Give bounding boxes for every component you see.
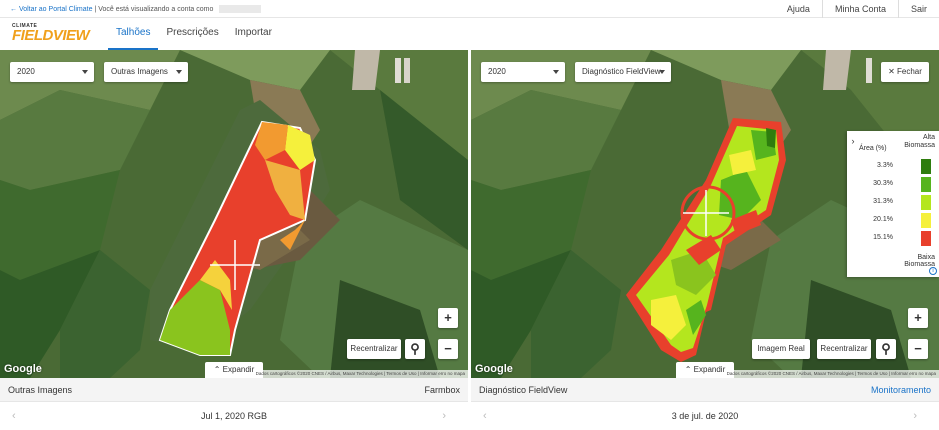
date-navigator: ‹ Jul 1, 2020 RGB › [0, 402, 468, 430]
pin-icon: ⚲ [881, 341, 891, 356]
left-map[interactable]: 2020 Outras Imagens + Recentralizar ⚲ − … [0, 50, 468, 378]
recenter-button[interactable]: Recentralizar [817, 339, 871, 359]
expand-label: Expandir [693, 365, 726, 374]
legend-row-pct: 30.3% [873, 180, 893, 187]
left-map-panel: 2020 Outras Imagens + Recentralizar ⚲ − … [0, 50, 468, 430]
tab-prescricoes[interactable]: Prescrições [158, 18, 226, 50]
expand-label: Expandir [222, 365, 255, 374]
zoom-out-button[interactable]: − [438, 339, 458, 359]
chevron-down-icon [659, 70, 665, 74]
chevron-up-icon: ⌃ [213, 365, 221, 374]
main-tabs: Talhões Prescrições Importar [108, 18, 280, 50]
legend-swatch [921, 159, 931, 174]
chevron-down-icon [176, 70, 182, 74]
legend-row-pct: 3.3% [877, 162, 893, 169]
legend-low-line1: Baixa [917, 254, 935, 261]
legend-row: 31.3% [857, 195, 933, 210]
biomass-legend: › Área (%) Alta Biomassa 3.3% 30.3% 31.3… [847, 131, 939, 277]
layer-select[interactable]: Diagnóstico FieldView [575, 62, 671, 82]
layer-info-title: Diagnóstico FieldView [479, 385, 568, 395]
account-name-redacted [219, 5, 262, 13]
year-select-value: 2020 [17, 67, 35, 76]
legend-high-line2: Biomassa [904, 142, 935, 149]
legend-swatch [921, 195, 931, 210]
real-image-button[interactable]: Imagem Real [752, 339, 810, 359]
zoom-in-button[interactable]: + [438, 308, 458, 328]
zoom-in-button[interactable]: + [908, 308, 928, 328]
legend-row-pct: 15.1% [873, 234, 893, 241]
tab-talhoes[interactable]: Talhões [108, 18, 159, 50]
zoom-out-button[interactable]: − [908, 339, 928, 359]
info-icon[interactable]: i [929, 267, 937, 275]
app-header: CLIMATE FIELDVIEW Talhões Prescrições Im… [0, 18, 939, 50]
legend-row-pct: 20.1% [873, 216, 893, 223]
date-navigator: ‹ 3 de jul. de 2020 › [471, 402, 939, 430]
top-bar: ← Voltar ao Portal Climate | Você está v… [0, 0, 939, 18]
right-map[interactable]: 2020 Diagnóstico FieldView ✕ Fechar › Ár… [471, 50, 939, 378]
layer-info-bar: Diagnóstico FieldView Monitoramento [471, 378, 939, 402]
chevron-down-icon [553, 70, 559, 74]
viewing-account-text: | Você está visualizando a conta como [94, 5, 214, 13]
year-select[interactable]: 2020 [10, 62, 94, 82]
chevron-up-icon: ⌃ [684, 365, 692, 374]
year-select-value: 2020 [488, 67, 506, 76]
google-logo: Google [4, 363, 42, 375]
logout-link[interactable]: Sair [897, 0, 939, 18]
image-date: Jul 1, 2020 RGB [200, 411, 268, 421]
monitoring-link[interactable]: Monitoramento [871, 378, 931, 402]
layer-info-title: Outras Imagens [8, 385, 73, 395]
chevron-down-icon [82, 70, 88, 74]
fieldview-logo[interactable]: CLIMATE FIELDVIEW [12, 23, 90, 44]
google-logo: Google [475, 363, 513, 375]
close-button[interactable]: ✕ Fechar [881, 62, 929, 82]
help-link[interactable]: Ajuda [775, 0, 822, 18]
pin-button[interactable]: ⚲ [405, 339, 425, 359]
recenter-button[interactable]: Recentralizar [347, 339, 401, 359]
next-date-arrow-icon[interactable]: › [442, 402, 446, 430]
legend-swatch [921, 231, 931, 246]
my-account-link[interactable]: Minha Conta [821, 0, 898, 18]
map-attribution[interactable]: Dados cartográficos ©2020 CNES / Airbus,… [252, 370, 468, 378]
layer-info-bar: Outras Imagens Farmbox [0, 378, 468, 402]
left-satellite-map [0, 50, 468, 378]
legend-area-header: Área (%) [859, 145, 887, 152]
legend-high-line1: Alta [922, 134, 935, 141]
map-attribution[interactable]: Dados cartográficos ©2020 CNES / Airbus,… [723, 370, 939, 378]
layer-select[interactable]: Outras Imagens [104, 62, 188, 82]
legend-high-label: Alta Biomassa [904, 134, 935, 150]
prev-date-arrow-icon[interactable]: ‹ [483, 402, 487, 430]
legend-row: 15.1% [857, 231, 933, 246]
legend-row: 20.1% [857, 213, 933, 228]
logo-fieldview-text: FIELDVIEW [12, 27, 90, 44]
close-label: Fechar [897, 67, 922, 76]
tab-importar[interactable]: Importar [227, 18, 280, 50]
legend-row-pct: 31.3% [873, 198, 893, 205]
close-icon: ✕ [888, 67, 895, 76]
layer-select-value: Diagnóstico FieldView [582, 67, 661, 76]
back-to-portal-link[interactable]: ← Voltar ao Portal Climate [10, 6, 92, 13]
account-notice: ← Voltar ao Portal Climate | Você está v… [10, 5, 262, 13]
legend-swatch [921, 177, 931, 192]
legend-swatch [921, 213, 931, 228]
pin-icon: ⚲ [410, 341, 420, 356]
top-nav: Ajuda Minha Conta Sair [775, 0, 939, 18]
layer-select-value: Outras Imagens [111, 67, 168, 76]
legend-low-label: Baixa Biomassa [904, 254, 935, 268]
right-map-panel: 2020 Diagnóstico FieldView ✕ Fechar › Ár… [471, 50, 939, 430]
legend-row: 30.3% [857, 177, 933, 192]
year-select[interactable]: 2020 [481, 62, 565, 82]
legend-toggle-button[interactable]: › [847, 131, 859, 151]
pin-button[interactable]: ⚲ [876, 339, 896, 359]
next-date-arrow-icon[interactable]: › [913, 402, 917, 430]
prev-date-arrow-icon[interactable]: ‹ [12, 402, 16, 430]
image-date: 3 de jul. de 2020 [671, 411, 739, 421]
image-source-label: Farmbox [424, 385, 460, 395]
legend-row: 3.3% [857, 159, 933, 174]
